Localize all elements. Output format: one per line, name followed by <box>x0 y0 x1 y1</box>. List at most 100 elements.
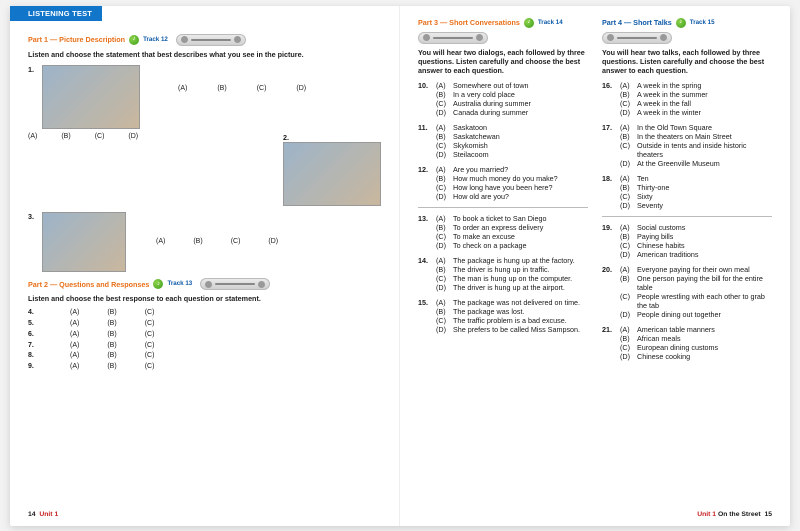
q8-opt-c[interactable]: (C) <box>145 352 155 361</box>
question-number: 12. <box>418 165 436 174</box>
option[interactable]: (D)Steilacoom <box>436 150 586 159</box>
q3-opt-a[interactable]: (A) <box>156 238 165 247</box>
option[interactable]: (C)How long have you been here? <box>436 183 586 192</box>
option[interactable]: (B)A week in the summer <box>620 90 770 99</box>
q4-opt-a[interactable]: (A) <box>70 309 79 318</box>
q8-opt-a[interactable]: (A) <box>70 352 79 361</box>
option[interactable]: (A)To book a ticket to San Diego <box>436 214 586 223</box>
progress-bar[interactable] <box>191 39 231 41</box>
q7-opt-a[interactable]: (A) <box>70 342 79 351</box>
audio-player[interactable] <box>602 32 672 44</box>
q3-opt-c[interactable]: (C) <box>231 238 241 247</box>
option[interactable]: (B)In the theaters on Main Street <box>620 132 770 141</box>
volume-icon[interactable] <box>234 36 241 43</box>
option[interactable]: (C)The man is hung up on the computer. <box>436 274 586 283</box>
option[interactable]: (A)A week in the spring <box>620 81 770 90</box>
q9-opt-a[interactable]: (A) <box>70 363 79 372</box>
option[interactable]: (C)European dining customs <box>620 343 770 352</box>
progress-bar[interactable] <box>215 283 255 285</box>
option[interactable]: (D)A week in the winter <box>620 108 770 117</box>
q2-opt-d[interactable]: (D) <box>128 133 138 142</box>
volume-icon[interactable] <box>660 34 667 41</box>
option[interactable]: (B)One person paying the bill for the en… <box>620 274 770 292</box>
option[interactable]: (B)Paying bills <box>620 232 770 241</box>
option[interactable]: (B)African meals <box>620 334 770 343</box>
option[interactable]: (C)The traffic problem is a bad excuse. <box>436 316 586 325</box>
option-text: European dining customs <box>637 343 718 352</box>
option-text: A week in the winter <box>637 108 701 117</box>
audio-player[interactable] <box>200 278 270 290</box>
q4-opt-b[interactable]: (B) <box>107 309 116 318</box>
option[interactable]: (C)Skykomish <box>436 141 586 150</box>
option[interactable]: (D)American traditions <box>620 250 770 259</box>
q7-opt-c[interactable]: (C) <box>145 342 155 351</box>
option[interactable]: (A)The package is hung up at the factory… <box>436 256 586 265</box>
q3-opt-b[interactable]: (B) <box>193 238 202 247</box>
q5-opt-b[interactable]: (B) <box>107 320 116 329</box>
option[interactable]: (C)Chinese habits <box>620 241 770 250</box>
option[interactable]: (B)To order an express delivery <box>436 223 586 232</box>
q6-opt-a[interactable]: (A) <box>70 331 79 340</box>
progress-bar[interactable] <box>617 37 657 39</box>
q1-opt-b[interactable]: (B) <box>217 85 226 94</box>
q4-number: 4. <box>28 309 42 318</box>
option[interactable]: (D)At the Greenville Museum <box>620 159 770 168</box>
option[interactable]: (D)How old are you? <box>436 192 586 201</box>
option[interactable]: (C)Australia during summer <box>436 99 586 108</box>
audio-player[interactable] <box>418 32 488 44</box>
option-label: (B) <box>620 183 634 192</box>
option[interactable]: (B)The package was lost. <box>436 307 586 316</box>
q3-opt-d[interactable]: (D) <box>268 238 278 247</box>
q5-opt-c[interactable]: (C) <box>145 320 155 329</box>
option[interactable]: (C)To make an excuse <box>436 232 586 241</box>
q1-opt-c[interactable]: (C) <box>257 85 267 94</box>
option[interactable]: (A)Are you married? <box>436 165 586 174</box>
option[interactable]: (B)Saskatchewan <box>436 132 586 141</box>
q6-opt-c[interactable]: (C) <box>145 331 155 340</box>
q5-opt-a[interactable]: (A) <box>70 320 79 329</box>
option[interactable]: (A)The package was not delivered on time… <box>436 298 586 307</box>
option-text: Chinese habits <box>637 241 685 250</box>
q6-opt-b[interactable]: (B) <box>107 331 116 340</box>
q2-opt-b[interactable]: (B) <box>61 133 70 142</box>
option[interactable]: (D)To check on a package <box>436 241 586 250</box>
q1-opt-d[interactable]: (D) <box>296 85 306 94</box>
option[interactable]: (B)In a very cold place <box>436 90 586 99</box>
option[interactable]: (B)Thirty-one <box>620 183 770 192</box>
option[interactable]: (D)She prefers to be called Miss Sampson… <box>436 325 586 334</box>
progress-bar[interactable] <box>433 37 473 39</box>
option[interactable]: (A)Everyone paying for their own meal <box>620 265 770 274</box>
q7-opt-b[interactable]: (B) <box>107 342 116 351</box>
q2-opt-c[interactable]: (C) <box>95 133 105 142</box>
option[interactable]: (A)Social customs <box>620 223 770 232</box>
option[interactable]: (C)Sixty <box>620 192 770 201</box>
play-icon[interactable] <box>423 34 430 41</box>
option[interactable]: (D)Canada during summer <box>436 108 586 117</box>
q9-opt-c[interactable]: (C) <box>145 363 155 372</box>
option[interactable]: (D)Chinese cooking <box>620 352 770 361</box>
audio-player[interactable] <box>176 34 246 46</box>
option[interactable]: (A)Somewhere out of town <box>436 81 586 90</box>
option[interactable]: (A)Saskatoon <box>436 123 586 132</box>
q4-opt-c[interactable]: (C) <box>145 309 155 318</box>
option[interactable]: (C)A week in the fall <box>620 99 770 108</box>
play-icon[interactable] <box>607 34 614 41</box>
q1-opt-a[interactable]: (A) <box>178 85 187 94</box>
option[interactable]: (D)Seventy <box>620 201 770 210</box>
q2-opt-a[interactable]: (A) <box>28 133 37 142</box>
q8-opt-b[interactable]: (B) <box>107 352 116 361</box>
option[interactable]: (B)The driver is hung up in traffic. <box>436 265 586 274</box>
volume-icon[interactable] <box>258 281 265 288</box>
q9-opt-b[interactable]: (B) <box>107 363 116 372</box>
option[interactable]: (D)The driver is hung up at the airport. <box>436 283 586 292</box>
option[interactable]: (A)American table manners <box>620 325 770 334</box>
option[interactable]: (A)Ten <box>620 174 770 183</box>
play-icon[interactable] <box>181 36 188 43</box>
option[interactable]: (A)In the Old Town Square <box>620 123 770 132</box>
option[interactable]: (C)Outside in tents and inside historic … <box>620 141 770 159</box>
volume-icon[interactable] <box>476 34 483 41</box>
option[interactable]: (B)How much money do you make? <box>436 174 586 183</box>
option[interactable]: (C)People wrestling with each other to g… <box>620 292 770 310</box>
option[interactable]: (D)People dining out together <box>620 310 770 319</box>
play-icon[interactable] <box>205 281 212 288</box>
